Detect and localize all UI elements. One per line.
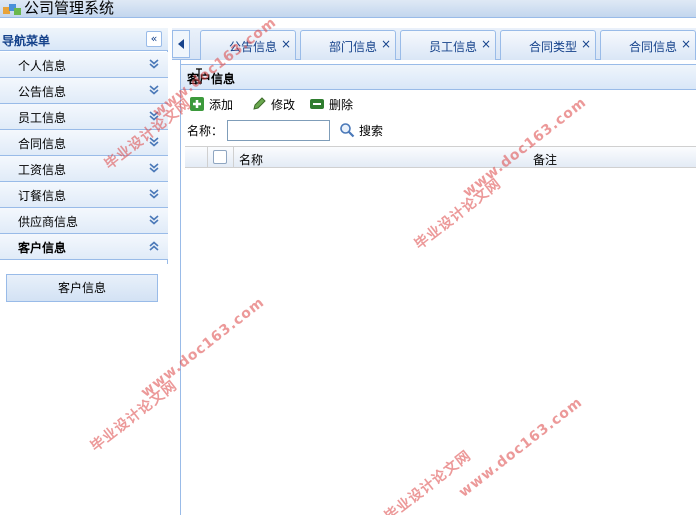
close-icon[interactable]: ×	[381, 37, 391, 51]
toolbar: 添加 修改 删除	[181, 91, 696, 117]
search-name-input[interactable]	[227, 120, 330, 141]
add-button[interactable]: 添加	[189, 95, 239, 113]
close-icon[interactable]: ×	[681, 37, 691, 51]
nav-item-personal[interactable]: 个人信息	[0, 52, 168, 78]
search-row: 名称： 搜索	[181, 118, 696, 144]
customer-subnav: 客户信息	[0, 264, 168, 515]
double-chevron-down-icon	[149, 163, 159, 173]
nav-item-label: 合同信息	[18, 137, 67, 151]
delete-label: 删除	[329, 98, 354, 112]
nav-item-label: 工资信息	[18, 163, 67, 177]
nav-item-customer[interactable]: 客户信息	[0, 234, 168, 260]
subnav-item-customer[interactable]: 客户信息	[6, 274, 158, 302]
double-chevron-down-icon	[149, 111, 159, 121]
double-chevron-up-icon	[149, 241, 159, 251]
tab-label: 部门信息	[329, 40, 378, 54]
double-chevron-down-icon	[149, 59, 159, 69]
collapse-nav-button[interactable]: «	[146, 31, 162, 47]
nav-item-meal[interactable]: 订餐信息	[0, 182, 168, 208]
content-panel: 客户信息 添加 修改 删除 名称： 搜索 名称 备注	[180, 60, 696, 515]
tab-employee[interactable]: 员工信息 ×	[400, 30, 496, 60]
add-label: 添加	[209, 98, 234, 112]
double-chevron-down-icon	[149, 85, 159, 95]
nav-panel: 导航菜单 « 个人信息 公告信息 员工信息 合同信息 工资信息 订餐信息 供应商…	[0, 28, 168, 515]
add-icon	[190, 97, 204, 111]
tab-notice[interactable]: 公告信息 ×	[200, 30, 296, 60]
tab-strip: 公告信息 × 部门信息 × 员工信息 × 合同类型 × 合同信息 ×	[172, 28, 696, 60]
nav-item-employee[interactable]: 员工信息	[0, 104, 168, 130]
nav-item-label: 供应商信息	[18, 215, 79, 229]
search-button-label: 搜索	[359, 124, 384, 138]
app-title-bar: 公司管理系统	[0, 0, 696, 18]
nav-header-title: 导航菜单	[2, 34, 51, 48]
column-header-name[interactable]: 名称	[239, 151, 263, 168]
nav-item-supplier[interactable]: 供应商信息	[0, 208, 168, 234]
close-icon[interactable]: ×	[281, 37, 291, 51]
nav-item-label: 个人信息	[18, 59, 67, 73]
nav-item-salary[interactable]: 工资信息	[0, 156, 168, 182]
column-separator	[233, 147, 234, 169]
text-cursor-icon	[196, 68, 202, 84]
tab-label: 合同信息	[629, 40, 678, 54]
close-icon[interactable]: ×	[581, 37, 591, 51]
nav-item-label: 订餐信息	[18, 189, 67, 203]
tab-label: 员工信息	[429, 40, 478, 54]
tab-contract[interactable]: 合同信息 ×	[600, 30, 696, 60]
nav-item-label: 公告信息	[18, 85, 67, 99]
grid-body	[185, 168, 696, 515]
edit-label: 修改	[271, 98, 296, 112]
delete-icon	[310, 99, 324, 109]
app-logo-icon	[3, 4, 21, 15]
nav-item-label: 员工信息	[18, 111, 67, 125]
tab-scroll-left-button[interactable]	[172, 30, 190, 58]
search-name-label: 名称：	[187, 124, 224, 138]
double-chevron-down-icon	[149, 215, 159, 225]
double-chevron-down-icon	[149, 189, 159, 199]
tab-label: 合同类型	[529, 40, 578, 54]
pencil-icon	[253, 97, 266, 110]
nav-item-contract[interactable]: 合同信息	[0, 130, 168, 156]
grid-header: 名称 备注	[185, 146, 696, 169]
select-all-checkbox[interactable]	[213, 150, 227, 164]
column-header-remark[interactable]: 备注	[533, 151, 557, 168]
app-title: 公司管理系统	[24, 0, 115, 17]
nav-item-notice[interactable]: 公告信息	[0, 78, 168, 104]
column-separator	[207, 147, 208, 169]
close-icon[interactable]: ×	[481, 37, 491, 51]
tab-label: 公告信息	[229, 40, 278, 54]
edit-button[interactable]: 修改	[251, 95, 301, 113]
nav-item-label: 客户信息	[18, 241, 67, 255]
tab-department[interactable]: 部门信息 ×	[300, 30, 396, 60]
double-chevron-down-icon	[149, 137, 159, 147]
nav-header: 导航菜单 «	[0, 28, 168, 51]
tab-contract-type[interactable]: 合同类型 ×	[500, 30, 596, 60]
delete-button[interactable]: 删除	[309, 95, 359, 113]
search-icon	[340, 123, 355, 138]
panel-header: 客户信息	[181, 64, 696, 90]
